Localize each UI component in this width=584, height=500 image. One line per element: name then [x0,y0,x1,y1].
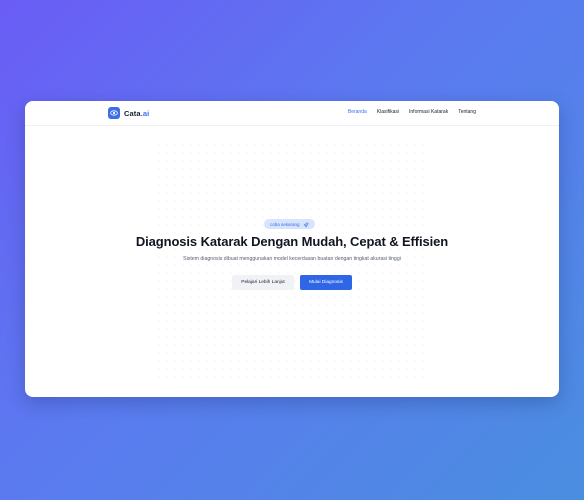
try-now-badge[interactable]: coba sekarang [264,219,315,229]
nav-item-tentang[interactable]: Tentang [458,109,476,115]
learn-more-button[interactable]: Pelajari Lebih Lanjut [232,275,294,290]
badge-label: coba sekarang [270,221,300,227]
nav-links: Beranda Klasifikasi Informasi Katarak Te… [348,109,476,115]
navbar: Cata.ai Beranda Klasifikasi Informasi Ka… [25,101,559,126]
rocket-icon [302,215,309,233]
nav-item-beranda[interactable]: Beranda [348,109,367,115]
nav-item-informasi-katarak[interactable]: Informasi Katarak [409,109,448,115]
nav-item-klasifikasi[interactable]: Klasifikasi [377,109,399,115]
brand-name-accent: .ai [140,108,150,118]
brand-name: Cata.ai [124,109,149,118]
brand[interactable]: Cata.ai [108,107,149,119]
browser-window: Cata.ai Beranda Klasifikasi Informasi Ka… [25,101,559,397]
eye-icon [108,107,120,119]
brand-name-main: Cata [124,108,141,118]
hero-subtitle: Sistem diagnosis dibuat menggunakan mode… [183,256,401,262]
hero-title: Diagnosis Katarak Dengan Mudah, Cepat & … [135,234,449,249]
start-diagnosis-button[interactable]: Mulai Diagnosis [300,275,352,290]
